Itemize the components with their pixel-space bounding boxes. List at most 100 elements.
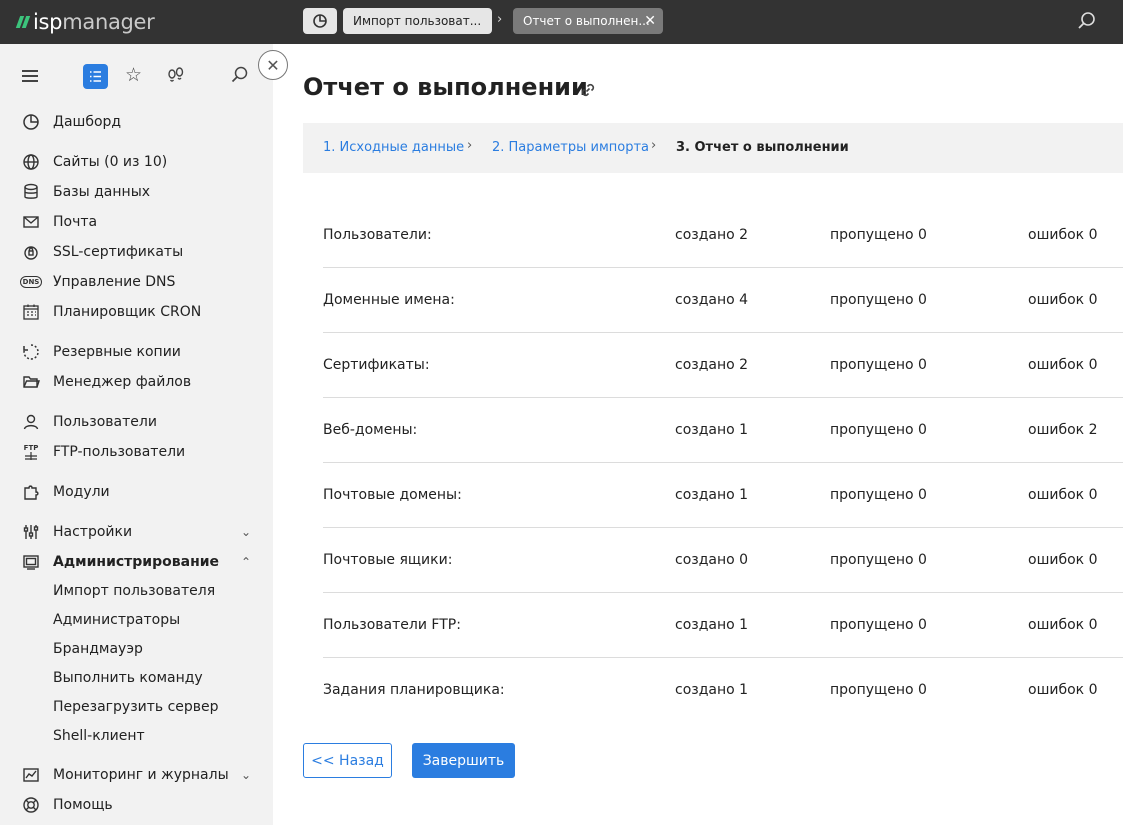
list-view-button[interactable] [83,64,108,89]
sidebar-item-monitoring[interactable]: Мониторинг и журналы ⌄ [0,761,273,789]
sidebar-item-dashboard[interactable]: Дашборд [0,108,273,136]
sidebar-item-label: Менеджер файлов [53,374,192,390]
row-errors: ошибок 0 [1028,227,1098,243]
ftp-icon-text: FTP [23,444,39,452]
collapse-sidebar-button[interactable]: ✕ [258,50,288,80]
folder-icon [22,373,40,391]
admin-icon [22,553,40,571]
tab-separator: › [497,12,503,27]
top-bar: ispmanager Импорт пользоват... › Отчет о… [0,0,1123,44]
sidebar-item-label: Управление DNS [53,274,176,290]
table-row: Задания планировщика: создано 1 пропущен… [323,658,1123,723]
sidebar-item-file-manager[interactable]: Менеджер файлов [0,368,273,396]
dashboard-icon [22,113,40,131]
row-created: создано 1 [675,682,749,698]
sidebar-item-cron[interactable]: Планировщик CRON [0,298,273,326]
sidebar-item-ftp-users[interactable]: FTP FTP-пользователи [0,438,273,466]
menu-icon[interactable] [22,70,38,82]
sidebar-item-label: SSL-сертификаты [53,244,184,260]
sidebar-item-label: Резервные копии [53,344,181,360]
breadcrumb-step-source-data[interactable]: 1. Исходные данные [323,140,464,155]
row-name: Пользователи: [323,227,432,243]
row-created: создано 2 [675,227,749,243]
sidebar-item-label: Пользователи [53,414,157,430]
dashboard-tab-button[interactable] [303,8,337,34]
row-name: Почтовые ящики: [323,552,453,568]
sidebar-item-settings[interactable]: Настройки ⌄ [0,518,273,546]
sidebar-item-sites[interactable]: Сайты (0 из 10) [0,148,273,176]
mail-icon [22,213,40,231]
tab-report[interactable]: Отчет о выполнен... ✕ [513,8,663,34]
globe-icon [22,153,40,171]
sidebar-item-label: Помощь [53,797,113,813]
sidebar-item-administration[interactable]: Администрирование ⌃ [0,548,273,576]
breadcrumb-step-import-params[interactable]: 2. Параметры импорта [492,140,649,155]
table-row: Почтовые ящики: создано 0 пропущено 0 ош… [323,528,1123,593]
breadcrumb-step-report: 3. Отчет о выполнении [676,140,849,155]
row-errors: ошибок 0 [1028,552,1098,568]
row-skipped: пропущено 0 [830,487,927,503]
sidebar-subitem-reboot-server[interactable]: Перезагрузить сервер [53,699,219,715]
sidebar: ☆ Дашборд Сайты (0 из 10) Базы данных По… [0,44,273,825]
row-skipped: пропущено 0 [830,682,927,698]
sidebar-subitem-administrators[interactable]: Администраторы [53,612,180,628]
star-icon[interactable]: ☆ [125,64,145,86]
sidebar-subitem-import-user[interactable]: Импорт пользователя [53,583,215,599]
sidebar-subitem-shell-client[interactable]: Shell-клиент [53,728,145,744]
row-errors: ошибок 0 [1028,357,1098,373]
calendar-icon [22,303,40,321]
link-icon[interactable] [578,80,598,100]
row-name: Доменные имена: [323,292,455,308]
sidebar-item-label: Администрирование [53,554,220,570]
finish-button[interactable]: Завершить [412,743,515,778]
sidebar-item-label: FTP-пользователи [53,444,186,460]
sidebar-item-label: Базы данных [53,184,151,200]
row-name: Почтовые домены: [323,487,462,503]
sidebar-item-label: Почта [53,214,98,230]
sidebar-item-users[interactable]: Пользователи [0,408,273,436]
dashboard-icon [313,14,327,28]
chevron-up-icon[interactable]: ⌃ [241,555,251,569]
sidebar-item-mail[interactable]: Почта [0,208,273,236]
row-created: создано 0 [675,552,749,568]
sidebar-item-label: Сайты (0 из 10) [53,154,168,170]
back-button[interactable]: << Назад [303,743,392,778]
tab-report-label: Отчет о выполнен... [523,14,650,28]
sidebar-item-dns[interactable]: DNS Управление DNS [0,268,273,296]
logo-text: ispmanager [33,10,155,34]
sidebar-item-label: Модули [53,484,110,500]
row-created: создано 4 [675,292,749,308]
logo-mark-icon [15,16,31,28]
sidebar-search-icon[interactable] [231,66,251,86]
breadcrumb-separator: › [651,138,657,153]
lock-icon [22,243,40,261]
sidebar-item-modules[interactable]: Модули [0,478,273,506]
chevron-down-icon[interactable]: ⌄ [241,768,251,782]
row-skipped: пропущено 0 [830,422,927,438]
tab-import-user[interactable]: Импорт пользоват... [343,8,492,34]
sidebar-item-ssl[interactable]: SSL-сертификаты [0,238,273,266]
sidebar-subitem-firewall[interactable]: Брандмауэр [53,641,143,657]
user-icon [22,413,40,431]
sidebar-item-databases[interactable]: Базы данных [0,178,273,206]
ispmanager-logo[interactable]: ispmanager [15,8,155,36]
chevron-down-icon[interactable]: ⌄ [241,525,251,539]
table-row: Пользователи: создано 2 пропущено 0 ошиб… [323,203,1123,268]
row-errors: ошибок 0 [1028,617,1098,633]
sidebar-subitem-run-command[interactable]: Выполнить команду [53,670,203,686]
dns-icon: DNS [19,273,43,291]
row-name: Сертификаты: [323,357,430,373]
breadcrumb: 1. Исходные данные › 2. Параметры импорт… [303,123,1123,173]
help-icon [22,796,40,814]
sidebar-item-help[interactable]: Помощь [0,791,273,819]
sidebar-item-backups[interactable]: Резервные копии [0,338,273,366]
ftp-icon: FTP [22,443,40,461]
close-icon[interactable]: ✕ [644,8,656,34]
monitoring-icon [22,766,40,784]
row-skipped: пропущено 0 [830,617,927,633]
sidebar-item-label: Планировщик CRON [53,304,202,320]
breadcrumb-separator: › [467,138,473,153]
search-icon[interactable] [1077,11,1099,33]
row-created: создано 1 [675,422,749,438]
footsteps-icon[interactable] [166,66,186,86]
